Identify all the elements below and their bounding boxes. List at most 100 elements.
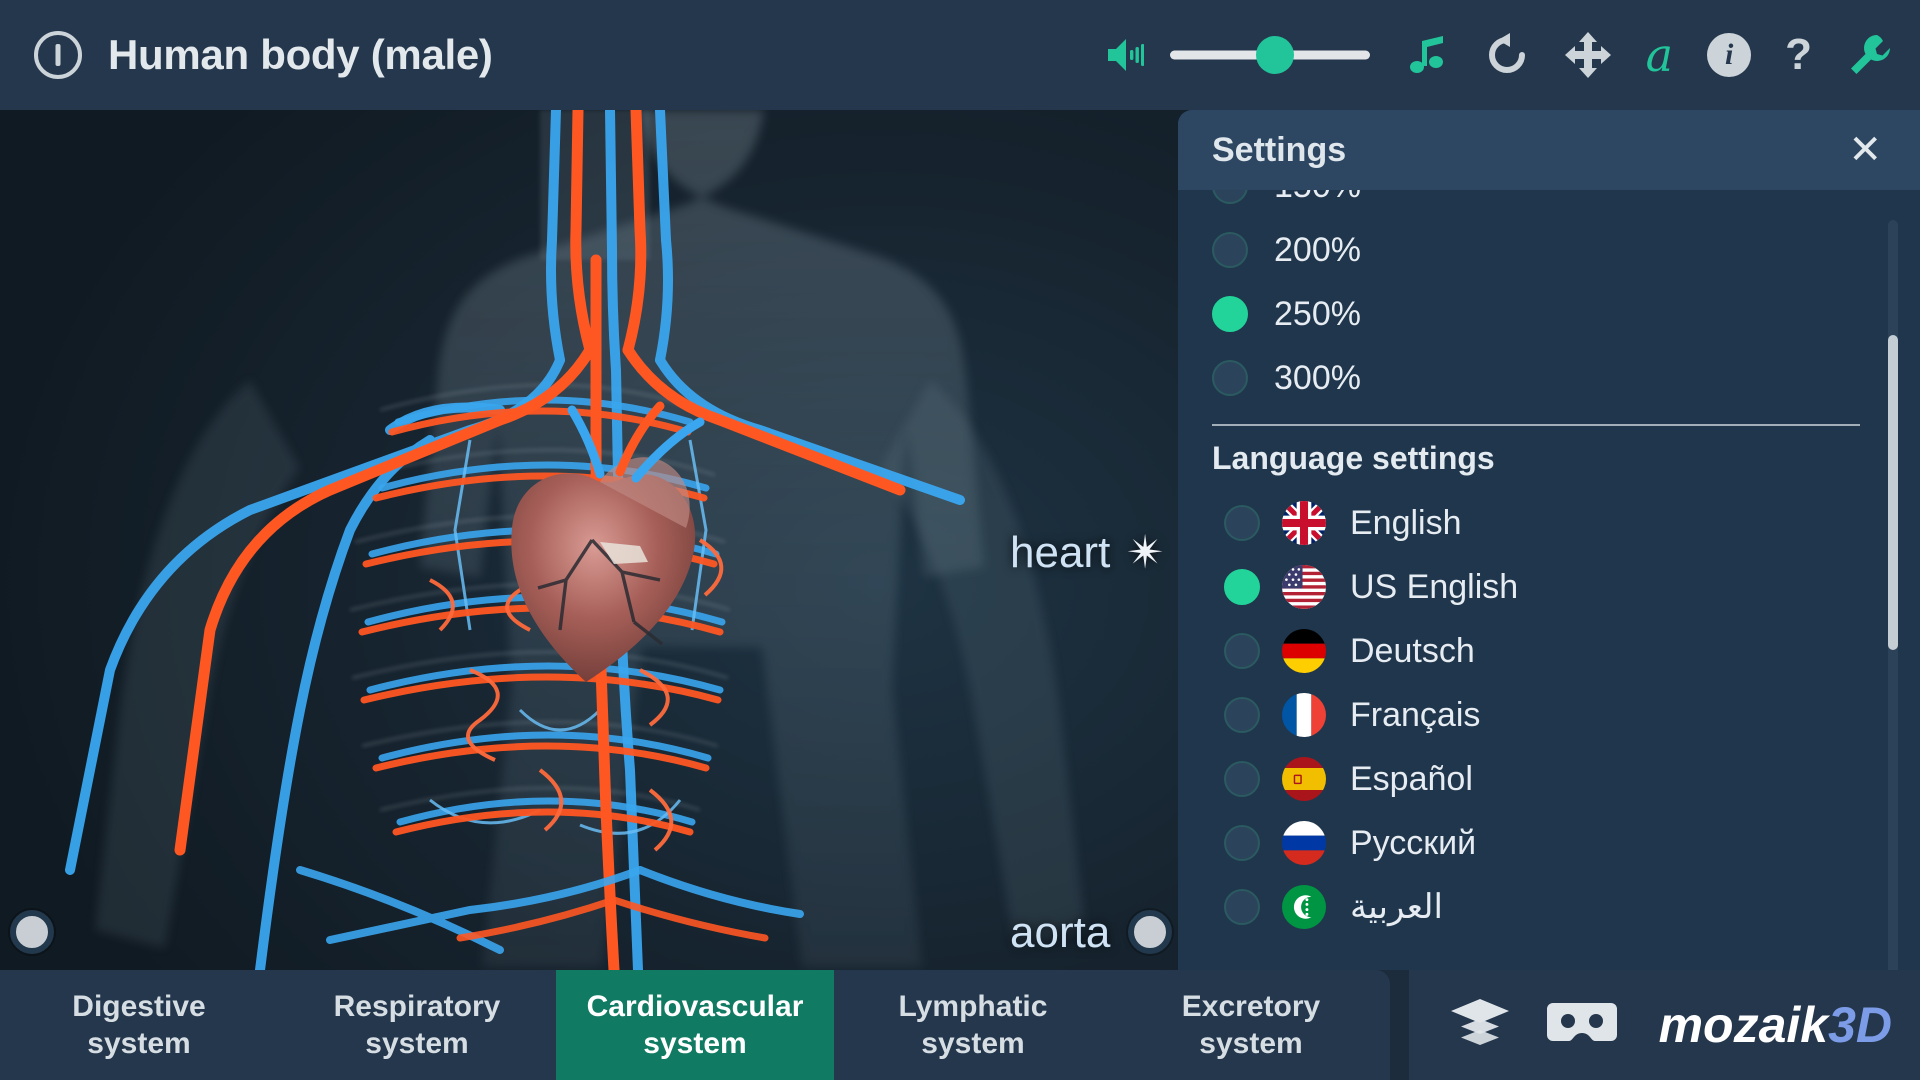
- language-option-label: Русский: [1350, 823, 1477, 862]
- system-tab-lymphatic[interactable]: Lymphatic system: [834, 970, 1112, 1080]
- settings-panel-body[interactable]: 150% 200% 250% 300% Language settings: [1178, 190, 1920, 970]
- language-option-label: English: [1350, 503, 1462, 542]
- organ-label-aorta-text: aorta: [1010, 908, 1111, 957]
- radio-icon[interactable]: [1212, 360, 1248, 396]
- help-icon[interactable]: ?: [1785, 23, 1812, 87]
- brand-logo[interactable]: mozaik3D: [1659, 1000, 1892, 1050]
- flag-us-icon: [1282, 565, 1326, 609]
- zoom-option-300[interactable]: 300%: [1212, 346, 1860, 410]
- language-option-label: Français: [1350, 695, 1481, 734]
- language-option-label: US English: [1350, 567, 1519, 606]
- human-body-3d-model[interactable]: [0, 110, 1180, 970]
- language-option-label: العربية: [1350, 888, 1443, 926]
- flag-de-icon: [1282, 629, 1326, 673]
- brand-area: mozaik3D: [1408, 970, 1920, 1080]
- system-tab-excretory[interactable]: Excretory system: [1112, 970, 1390, 1080]
- radio-icon[interactable]: [1224, 697, 1260, 733]
- volume-slider[interactable]: [1169, 35, 1370, 75]
- zoom-option-150[interactable]: 150%: [1212, 190, 1860, 218]
- radio-icon-selected[interactable]: [1224, 569, 1260, 605]
- volume-slider-thumb[interactable]: [1255, 36, 1294, 74]
- system-tab-line2: system: [1199, 1027, 1303, 1060]
- brand-name: mozaik: [1658, 997, 1829, 1053]
- vr-goggles-icon[interactable]: [1546, 1001, 1617, 1049]
- move-arrows-icon[interactable]: [1564, 23, 1612, 87]
- settings-panel-header: Settings ✕: [1178, 110, 1920, 190]
- rotate-left-knob[interactable]: [10, 910, 54, 954]
- system-tab-line2: system: [643, 1027, 747, 1060]
- info-glyph: i: [1707, 33, 1752, 77]
- mozaik3d-app: Human body (male) a i ? heart ✴ aorta Se…: [0, 0, 1920, 1080]
- header-toolbar: a i ?: [1070, 23, 1920, 87]
- flag-es-icon: [1282, 757, 1326, 801]
- info-circle-icon[interactable]: [34, 31, 82, 79]
- zoom-option-200[interactable]: 200%: [1212, 218, 1860, 282]
- settings-wrench-icon[interactable]: [1846, 23, 1894, 87]
- organ-label-heart[interactable]: heart ✴: [1010, 528, 1165, 578]
- system-tab-cardiovascular[interactable]: Cardiovascular system: [556, 970, 834, 1080]
- system-tab-line1: Respiratory: [333, 989, 501, 1023]
- radio-icon[interactable]: [1224, 633, 1260, 669]
- system-tab-digestive[interactable]: Digestive system: [0, 970, 278, 1080]
- rotate-right-knob[interactable]: [1128, 910, 1172, 954]
- system-tabs: Digestive system Respiratory system Card…: [0, 970, 1390, 1080]
- system-tab-line2: system: [921, 1027, 1025, 1060]
- settings-panel-title: Settings: [1212, 130, 1347, 169]
- page-title: Human body (male): [108, 31, 493, 78]
- radio-icon[interactable]: [1212, 232, 1248, 268]
- settings-scrollbar-thumb[interactable]: [1888, 335, 1898, 650]
- radio-icon[interactable]: [1212, 190, 1248, 204]
- language-option-francais[interactable]: Français: [1212, 683, 1860, 747]
- language-option-label: Español: [1350, 759, 1473, 798]
- wrench-glyph: [1851, 35, 1890, 74]
- settings-panel: Settings ✕ 150% 200% 250%: [1178, 110, 1920, 970]
- speaker-volume-glyph: [1107, 39, 1144, 71]
- bottom-bar: Digestive system Respiratory system Card…: [0, 970, 1920, 1080]
- flag-fr-icon: [1282, 693, 1326, 737]
- language-option-deutsch[interactable]: Deutsch: [1212, 619, 1860, 683]
- system-tab-line1: Excretory: [1181, 989, 1321, 1023]
- settings-scrollbar-track[interactable]: [1888, 220, 1898, 970]
- language-option-label: Deutsch: [1350, 631, 1475, 670]
- organ-label-heart-text: heart: [1010, 528, 1111, 577]
- reset-rotate-icon[interactable]: [1484, 23, 1530, 87]
- radio-icon[interactable]: [1224, 825, 1260, 861]
- system-tab-line1: Digestive: [72, 989, 206, 1023]
- system-tab-line1: Cardiovascular: [586, 989, 804, 1023]
- rotate-glyph: [1488, 33, 1525, 73]
- system-tab-line2: system: [87, 1027, 191, 1060]
- zoom-option-label: 250%: [1274, 294, 1361, 333]
- music-note-icon[interactable]: [1404, 23, 1450, 87]
- zoom-option-250[interactable]: 250%: [1212, 282, 1860, 346]
- annotation-a-glyph: a: [1645, 28, 1674, 82]
- flag-uk-icon: [1282, 501, 1326, 545]
- system-tab-line2: system: [365, 1027, 469, 1060]
- zoom-option-label: 200%: [1274, 230, 1361, 269]
- music-note-glyph: [1409, 36, 1443, 73]
- flag-ru-icon: [1282, 821, 1326, 865]
- language-option-arabic[interactable]: العربية: [1212, 875, 1860, 939]
- system-tab-respiratory[interactable]: Respiratory system: [278, 970, 556, 1080]
- system-tab-line1: Lymphatic: [898, 989, 1048, 1023]
- speaker-volume-icon[interactable]: [1104, 23, 1144, 87]
- info-icon[interactable]: i: [1707, 23, 1752, 87]
- move-glyph: [1564, 32, 1611, 78]
- brand-suffix: 3D: [1828, 997, 1892, 1053]
- zoom-option-label: 300%: [1274, 358, 1361, 397]
- language-option-english[interactable]: English: [1212, 491, 1860, 555]
- radio-icon[interactable]: [1224, 761, 1260, 797]
- language-option-us-english[interactable]: US English: [1212, 555, 1860, 619]
- close-icon[interactable]: ✕: [1840, 130, 1890, 170]
- settings-scroll-content: 150% 200% 250% 300% Language settings: [1212, 190, 1860, 939]
- language-option-russian[interactable]: Русский: [1212, 811, 1860, 875]
- annotation-a-icon[interactable]: a: [1646, 23, 1673, 87]
- radio-icon-selected[interactable]: [1212, 296, 1248, 332]
- layers-icon[interactable]: [1449, 997, 1511, 1053]
- help-glyph: ?: [1785, 30, 1812, 79]
- zoom-option-label: 150%: [1274, 190, 1361, 206]
- language-option-espanol[interactable]: Español: [1212, 747, 1860, 811]
- radio-icon[interactable]: [1224, 889, 1260, 925]
- flag-arabic-icon: [1282, 885, 1326, 929]
- title-group: Human body (male): [34, 31, 493, 79]
- radio-icon[interactable]: [1224, 505, 1260, 541]
